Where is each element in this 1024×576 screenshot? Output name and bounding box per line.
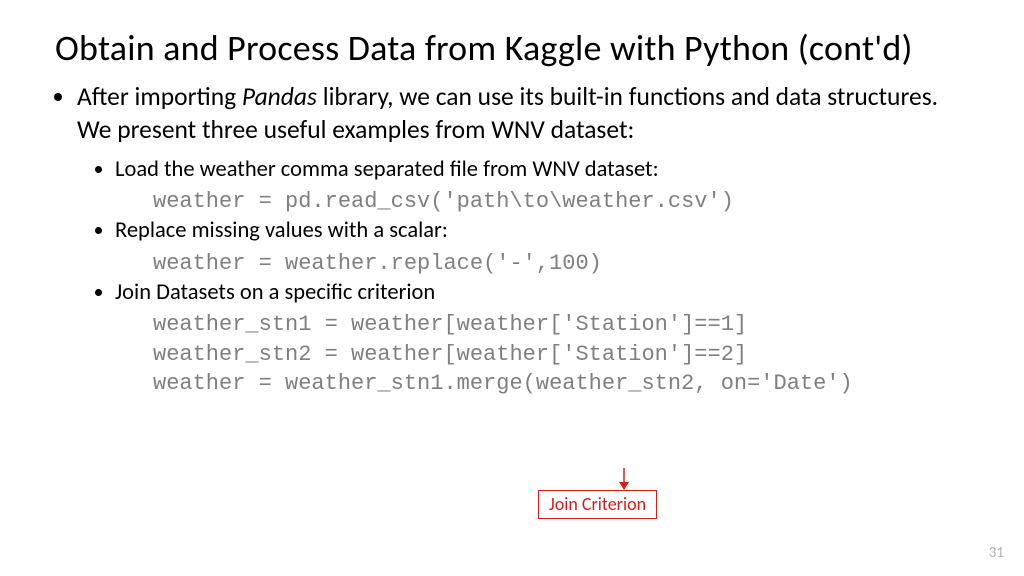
sub-bullet-1: Replace missing values with a scalar: — [115, 216, 969, 246]
code-2-0: weather_stn1 = weather[weather['Station'… — [153, 310, 969, 339]
bullet-text-italic: Pandas — [242, 81, 317, 112]
sub-bullet-0-text: Load the weather comma separated file fr… — [115, 156, 659, 183]
sub-bullet-2-text: Join Datasets on a specific criterion — [115, 279, 435, 306]
slide: Obtain and Process Data from Kaggle with… — [0, 0, 1024, 576]
sub-bullet-1-text: Replace missing values with a scalar: — [115, 217, 448, 244]
code-0-0: weather = pd.read_csv('path\to\weather.c… — [153, 187, 969, 216]
callout-box: Join Criterion — [538, 490, 657, 519]
page-number: 31 — [989, 544, 1004, 562]
code-2-2: weather = weather_stn1.merge(weather_stn… — [153, 369, 969, 398]
sub-bullet-0: Load the weather comma separated file fr… — [115, 155, 969, 185]
sub-bullet-list: Load the weather comma separated file fr… — [77, 155, 969, 398]
bullet-text-prefix: After importing — [77, 81, 242, 112]
code-1-0: weather = weather.replace('-',100) — [153, 249, 969, 278]
top-bullet: After importing Pandas library, we can u… — [77, 81, 969, 398]
top-bullet-list: After importing Pandas library, we can u… — [55, 81, 969, 398]
slide-title: Obtain and Process Data from Kaggle with… — [55, 28, 969, 69]
sub-bullet-2: Join Datasets on a specific criterion — [115, 278, 969, 308]
arrow-down-icon — [614, 468, 634, 492]
code-2-1: weather_stn2 = weather[weather['Station'… — [153, 340, 969, 369]
